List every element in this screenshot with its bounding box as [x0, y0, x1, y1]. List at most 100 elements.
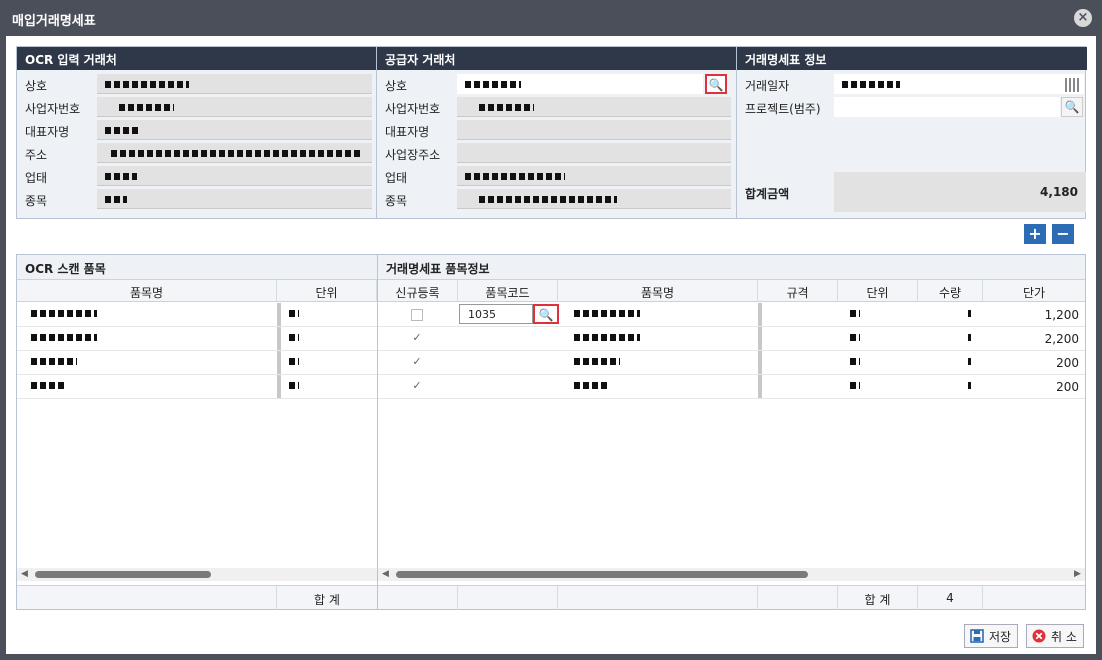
ocr-field-row: 상호: [17, 73, 376, 96]
total-amount-value: 4,180: [834, 172, 1086, 212]
date-label: 거래일자: [745, 79, 790, 93]
field-label: 대표자명: [25, 125, 70, 139]
ocr-sum-row: 합 계: [17, 585, 377, 610]
col-item-name[interactable]: 품목명: [17, 280, 277, 302]
ocr-bizitem-value: [97, 189, 372, 209]
ocr-vendor-header: OCR 입력 거래처: [17, 47, 376, 70]
unit-price-cell: 2,200: [1044, 332, 1079, 346]
dialog-window: 매입거래명세표 × OCR 입력 거래처 상호 사업자번호 대표자명 주소 업태…: [0, 0, 1102, 660]
checkmark-icon[interactable]: ✓: [411, 332, 423, 345]
supplier-vendor-header: 공급자 거래처: [377, 47, 736, 70]
field-label: 종목: [385, 194, 408, 208]
ocr-horizontal-scrollbar[interactable]: ◀: [17, 568, 377, 581]
col-unit[interactable]: 단위: [838, 280, 918, 302]
table-row[interactable]: ✓ 2,200: [378, 327, 1085, 351]
table-row[interactable]: ✓ 200: [378, 375, 1085, 399]
supplier-field-row: 종목: [377, 188, 736, 211]
supplier-field-row: 사업자번호: [377, 96, 736, 119]
ocr-items-header: OCR 스캔 품목: [17, 255, 377, 280]
unit-price-cell: 200: [1056, 356, 1079, 370]
title-bar: 매입거래명세표 ×: [0, 0, 1102, 36]
sum-label: 합 계: [314, 593, 340, 607]
date-input[interactable]: [834, 74, 1084, 94]
calendar-icon[interactable]: [1065, 78, 1081, 92]
ocr-field-row: 업태: [17, 165, 376, 188]
checkmark-icon[interactable]: ✓: [411, 356, 423, 369]
invoice-items-header: 거래명세표 품목정보: [378, 255, 1085, 280]
ocr-biztype-value: [97, 166, 372, 186]
invoice-items-grid-header: 신규등록 품목코드 품목명 규격 단위 수량 단가: [378, 280, 1085, 302]
cancel-label: 취 소: [1051, 630, 1077, 644]
ocr-ceo-value: [97, 120, 372, 140]
project-input[interactable]: [834, 97, 1060, 117]
supplier-field-row: 업태: [377, 165, 736, 188]
col-new-register[interactable]: 신규등록: [378, 280, 458, 302]
field-label: 대표자명: [385, 125, 430, 139]
checkmark-icon[interactable]: ✓: [411, 380, 423, 393]
ocr-address-value: [97, 143, 372, 163]
invoice-info-header: 거래명세표 정보: [737, 47, 1087, 70]
search-icon[interactable]: 🔍: [705, 74, 727, 94]
field-label: 주소: [25, 148, 48, 162]
ocr-items-grid-header: 품목명 단위: [17, 280, 377, 302]
cancel-button[interactable]: 취 소: [1026, 624, 1084, 648]
sum-quantity: 4: [918, 586, 983, 610]
field-label: 업태: [25, 171, 48, 185]
col-item-code[interactable]: 품목코드: [458, 280, 558, 302]
supplier-address-value: [457, 143, 731, 163]
field-label: 사업자번호: [385, 102, 441, 116]
ocr-field-row: 주소: [17, 142, 376, 165]
unit-price-cell: 1,200: [1044, 308, 1079, 322]
ocr-company-value: [97, 74, 372, 94]
sum-label: 합 계: [838, 586, 918, 610]
col-unit-price[interactable]: 단가: [983, 280, 1085, 302]
col-unit[interactable]: 단위: [277, 280, 377, 302]
total-label: 합계금액: [745, 187, 790, 201]
field-label: 업태: [385, 171, 408, 185]
ocr-bizno-value: [97, 97, 372, 117]
invoice-horizontal-scrollbar[interactable]: ◀ ▶: [378, 568, 1085, 581]
project-row: 프로젝트(범주) 🔍: [737, 96, 1087, 119]
cancel-icon: [1032, 629, 1046, 643]
window-title: 매입거래명세표: [12, 14, 96, 29]
supplier-bizitem-value: [457, 189, 731, 209]
col-spec[interactable]: 규격: [758, 280, 838, 302]
table-row[interactable]: [17, 351, 377, 375]
supplier-ceo-value: [457, 120, 731, 140]
supplier-company-input[interactable]: [457, 74, 703, 94]
remove-row-button[interactable]: −: [1052, 224, 1074, 244]
field-label: 종목: [25, 194, 48, 208]
project-label: 프로젝트(범주): [745, 102, 821, 116]
table-row[interactable]: ✓ 200: [378, 351, 1085, 375]
col-quantity[interactable]: 수량: [918, 280, 983, 302]
supplier-field-row: 사업장주소: [377, 142, 736, 165]
table-row[interactable]: [17, 303, 377, 327]
supplier-biztype-value: [457, 166, 731, 186]
ocr-vendor-panel: OCR 입력 거래처 상호 사업자번호 대표자명 주소 업태 종목: [17, 47, 377, 218]
field-label: 상호: [25, 79, 48, 93]
save-button[interactable]: 저장: [964, 624, 1019, 648]
add-row-button[interactable]: +: [1024, 224, 1046, 244]
table-row[interactable]: [17, 375, 377, 399]
new-register-checkbox[interactable]: [411, 309, 423, 321]
close-icon[interactable]: ×: [1074, 9, 1092, 27]
invoice-sum-row: 합 계 4: [378, 585, 1085, 610]
search-icon[interactable]: 🔍: [533, 304, 559, 324]
invoice-date-row: 거래일자: [737, 73, 1087, 96]
items-section: OCR 스캔 품목 품목명 단위 ◀ 합 계 거래명세표 품목정보 신규등록 품…: [16, 254, 1086, 610]
search-icon[interactable]: 🔍: [1061, 97, 1083, 117]
supplier-field-row: 상호 🔍: [377, 73, 736, 96]
item-code-input[interactable]: 1035: [459, 304, 533, 324]
supplier-bizno-value: [457, 97, 731, 117]
unit-price-cell: 200: [1056, 380, 1079, 394]
table-row[interactable]: [17, 327, 377, 351]
table-row[interactable]: 1035 🔍 1,200: [378, 303, 1085, 327]
total-amount-row: 합계금액 4,180: [737, 172, 1089, 212]
supplier-vendor-panel: 공급자 거래처 상호 🔍 사업자번호 대표자명 사업장주소 업태 종목: [377, 47, 737, 218]
ocr-field-row: 대표자명: [17, 119, 376, 142]
vendor-info-section: OCR 입력 거래처 상호 사업자번호 대표자명 주소 업태 종목 공급자 거래…: [16, 46, 1087, 219]
ocr-field-row: 사업자번호: [17, 96, 376, 119]
save-label: 저장: [989, 630, 1012, 644]
col-item-name[interactable]: 품목명: [558, 280, 758, 302]
invoice-info-panel: 거래명세표 정보 거래일자 프로젝트(범주) 🔍 합계금액 4,180: [737, 47, 1087, 218]
